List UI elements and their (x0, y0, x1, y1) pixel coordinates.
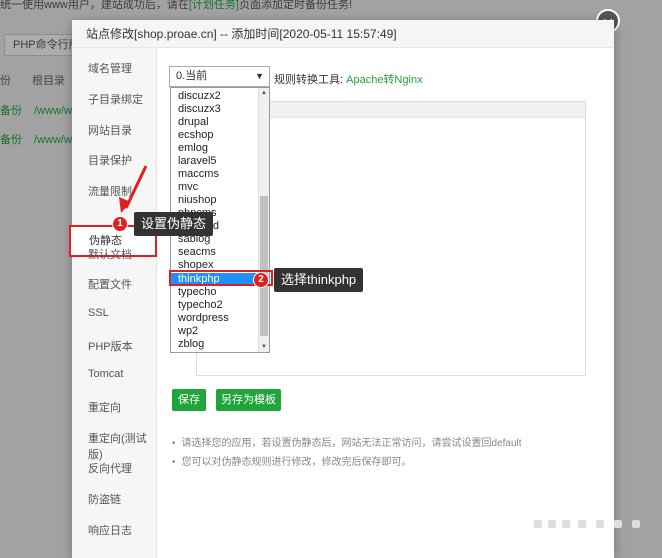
help-note: 您可以对伪静态规则进行修改，修改完后保存即可。 (172, 453, 412, 468)
list-item[interactable]: niushop (171, 194, 259, 207)
sidebar-item-php-version[interactable]: PHP版本 (88, 338, 133, 354)
list-item[interactable]: discuzx3 (171, 103, 259, 116)
list-item[interactable]: emlog (171, 142, 259, 155)
sidebar-item-hotlink[interactable]: 防盗链 (88, 491, 121, 507)
step-marker-1: 1 (112, 216, 128, 232)
sidebar-item-default-doc[interactable]: 默认文档 (88, 246, 132, 262)
sidebar-item-subdir[interactable]: 子目录绑定 (88, 91, 143, 107)
list-item[interactable]: seacms (171, 246, 259, 259)
list-item[interactable]: typecho2 (171, 299, 259, 312)
dialog-title: 站点修改[shop.proae.cn] -- 添加时间[2020-05-11 1… (72, 20, 614, 48)
sidebar-item-domain[interactable]: 域名管理 (88, 60, 132, 76)
sidebar-item-redirect[interactable]: 重定向 (88, 399, 121, 415)
rule-converter: 规则转换工具: Apache转Nginx (274, 71, 423, 87)
watermark (534, 516, 654, 536)
save-as-template-button[interactable]: 另存为模板 (216, 389, 281, 411)
dialog-sidebar: 域名管理 子目录绑定 网站目录 目录保护 流量限制 伪静态 默认文档 配置文件 … (69, 48, 157, 558)
list-item[interactable]: laravel5 (171, 155, 259, 168)
list-item[interactable]: mvc (171, 181, 259, 194)
list-item[interactable]: wordpress (171, 312, 259, 325)
sidebar-item-site-dir[interactable]: 网站目录 (88, 122, 132, 138)
list-item[interactable]: zblog (171, 338, 259, 351)
list-item[interactable]: drupal (171, 116, 259, 129)
save-button[interactable]: 保存 (172, 389, 206, 411)
step-tip-2: 选择thinkphp (274, 268, 364, 292)
step-marker-2: 2 (253, 272, 269, 288)
apache-to-nginx-link[interactable]: Apache转Nginx (346, 74, 422, 86)
step-tip-1: 设置伪静态 (134, 212, 214, 236)
converter-label: 规则转换工具: (274, 74, 344, 86)
scroll-down-icon[interactable]: ▼ (259, 342, 269, 352)
sidebar-item-traffic-limit[interactable]: 流量限制 (88, 183, 132, 199)
list-item[interactable]: typecho (171, 286, 259, 299)
sidebar-item-dir-protect[interactable]: 目录保护 (88, 152, 132, 168)
chevron-down-icon: ▼ (255, 71, 264, 81)
list-scrollbar[interactable]: ▲ ▼ (258, 88, 269, 352)
help-note: 请选择您的应用，若设置伪静态后，网站无法正常访问，请尝试设置回default (172, 434, 522, 449)
sidebar-item-response-log[interactable]: 响应日志 (88, 522, 132, 538)
list-item[interactable]: wp2 (171, 325, 259, 338)
sidebar-item-reverse-proxy[interactable]: 反向代理 (88, 460, 132, 476)
sidebar-item-tomcat[interactable]: Tomcat (88, 368, 123, 380)
rewrite-template-select[interactable]: 0.当前 ▼ (169, 66, 270, 87)
list-item[interactable]: ecshop (171, 129, 259, 142)
scroll-up-icon[interactable]: ▲ (259, 88, 269, 98)
list-item[interactable]: maccms (171, 168, 259, 181)
sidebar-item-ssl[interactable]: SSL (88, 307, 109, 319)
list-item[interactable]: discuzx2 (171, 90, 259, 103)
sidebar-item-config-file[interactable]: 配置文件 (88, 276, 132, 292)
select-value: 0.当前 (176, 70, 208, 82)
sidebar-item-redirect-beta[interactable]: 重定向(测试版) (88, 430, 156, 462)
scrollbar-thumb[interactable] (260, 196, 268, 336)
